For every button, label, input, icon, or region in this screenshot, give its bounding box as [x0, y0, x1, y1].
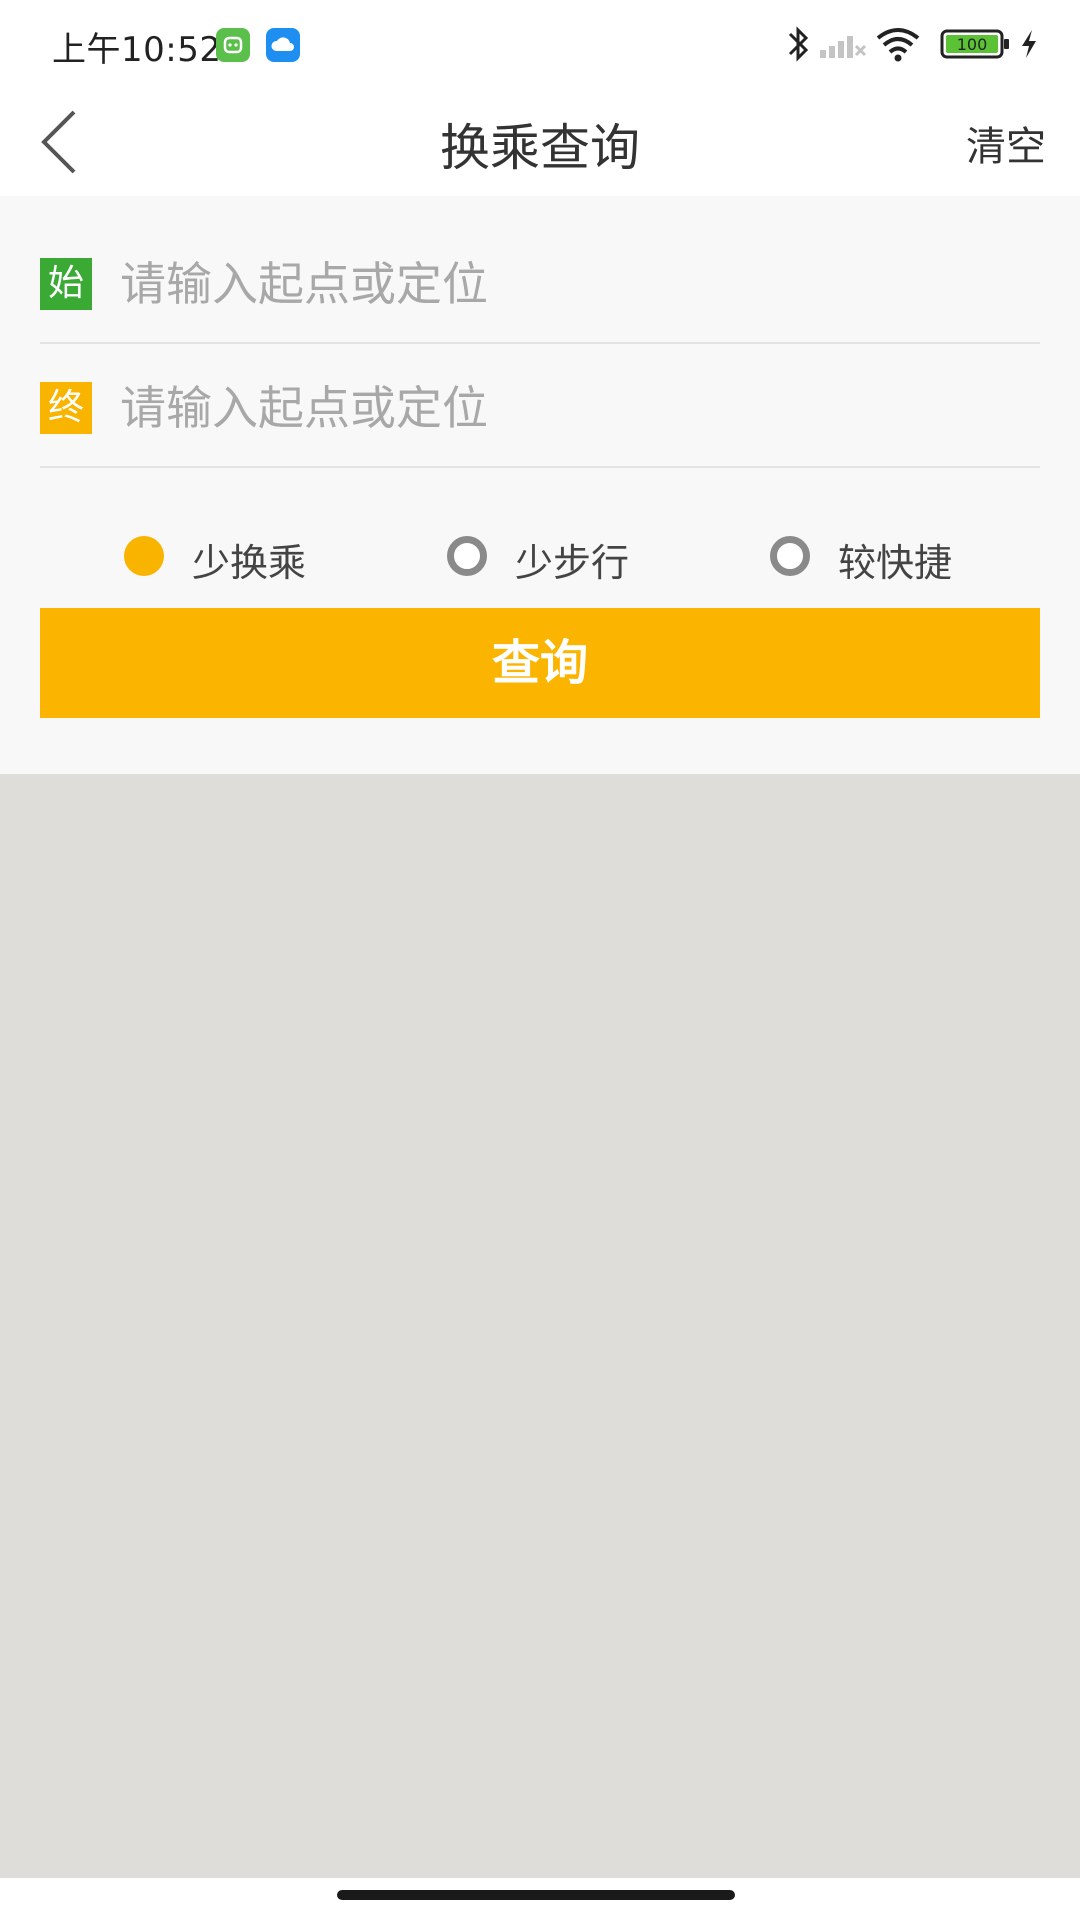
end-tag: 终	[40, 382, 92, 434]
route-options: 少换乘 少步行 较快捷	[0, 514, 1080, 594]
status-bar: 上午10:52 100	[0, 0, 1080, 88]
home-indicator[interactable]	[337, 1890, 735, 1900]
home-bar	[0, 1878, 1080, 1920]
route-form: 始 终 少换乘 少步行 较快捷 查询	[0, 196, 1080, 774]
start-row: 始	[40, 222, 1040, 344]
nav-bar: 换乘查询 清空	[0, 88, 1080, 196]
battery-level: 100	[957, 35, 988, 54]
end-input[interactable]	[120, 372, 1020, 444]
radio-selected[interactable]	[124, 536, 164, 576]
page-title: 换乘查询	[440, 119, 640, 177]
results-area	[0, 774, 1080, 1878]
option-label: 少换乘	[192, 541, 307, 585]
wifi-icon	[876, 28, 920, 62]
clear-button[interactable]: 清空	[966, 114, 1046, 172]
option-label: 较快捷	[838, 541, 953, 585]
battery-icon: 100	[940, 29, 1009, 59]
radio-unselected[interactable]	[447, 536, 487, 576]
status-time: 上午10:52	[52, 30, 222, 70]
radio-unselected[interactable]	[770, 536, 810, 576]
query-button[interactable]: 查询	[40, 608, 1040, 718]
signal-icon	[820, 36, 867, 58]
option-label: 少步行	[515, 541, 630, 585]
charging-icon	[1022, 30, 1036, 58]
start-input[interactable]	[120, 248, 1020, 320]
app-green-icon	[216, 28, 250, 62]
end-row: 终	[40, 346, 1040, 468]
cloud-app-icon	[266, 28, 300, 62]
bluetooth-icon	[788, 26, 809, 62]
start-tag: 始	[40, 258, 92, 310]
